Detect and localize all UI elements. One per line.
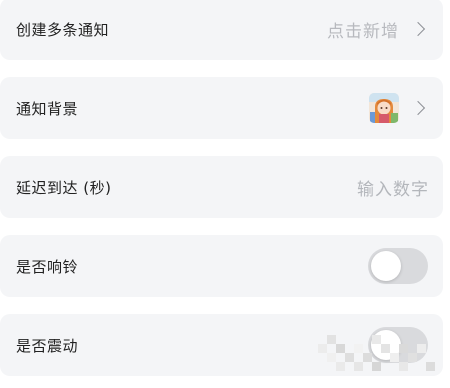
- notification-background-label: 通知背景: [16, 99, 79, 118]
- chevron-right-icon: [410, 100, 426, 116]
- add-new-hint: 点击新增: [327, 21, 399, 42]
- anime-character-thumbnail-icon: [369, 93, 399, 123]
- chevron-right-icon: [410, 21, 426, 37]
- ring-row: 是否响铃: [0, 235, 443, 297]
- notification-background-row[interactable]: 通知背景: [0, 77, 443, 139]
- ring-label: 是否响铃: [16, 257, 79, 276]
- delay-arrival-label: 延迟到达 (秒): [16, 178, 112, 197]
- toggle-knob: [371, 251, 401, 281]
- ring-toggle[interactable]: [368, 248, 428, 284]
- vibrate-label: 是否震动: [16, 336, 79, 355]
- create-notifications-label: 创建多条通知: [16, 20, 110, 39]
- create-notifications-action[interactable]: 点击新增: [327, 17, 428, 42]
- notification-background-action[interactable]: [369, 93, 428, 123]
- delay-arrival-row: 延迟到达 (秒) 输入数字: [0, 156, 443, 218]
- create-notifications-row[interactable]: 创建多条通知 点击新增: [0, 0, 443, 60]
- delay-seconds-input[interactable]: 输入数字: [357, 175, 429, 200]
- pixelated-watermark-overlay: [318, 335, 435, 371]
